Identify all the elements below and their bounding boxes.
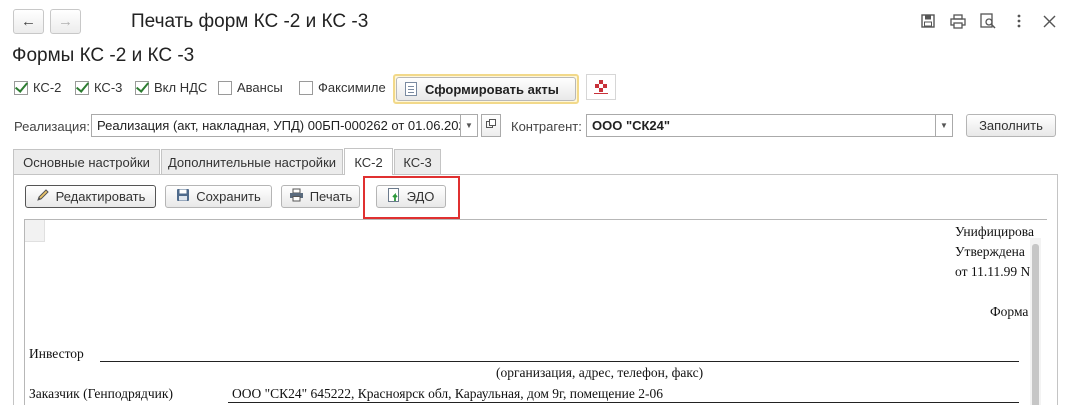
close-icon[interactable] <box>1040 12 1058 30</box>
scrollbar-thumb[interactable] <box>1032 244 1039 405</box>
doc-forma: Форма <box>990 304 1029 319</box>
more-icon[interactable] <box>1010 12 1028 30</box>
open-link-icon <box>486 119 496 132</box>
save-icon <box>176 188 190 205</box>
customer-value: ООО "СК24" 645222, Красноярск обл, Карау… <box>232 386 663 401</box>
tab-main-settings[interactable]: Основные настройки <box>13 149 160 174</box>
checkbox-box[interactable] <box>135 80 149 95</box>
generate-acts-label: Сформировать акты <box>425 81 559 97</box>
investor-underline <box>100 361 1019 362</box>
counterparty-label: Контрагент: <box>511 119 582 134</box>
grid-corner-cell <box>25 220 45 242</box>
form-title: Формы КС -2 и КС -3 <box>12 45 195 66</box>
checkbox-facsimile[interactable]: Факсимиле <box>299 80 386 95</box>
checkbox-vat[interactable]: Вкл НДС <box>135 80 207 95</box>
realization-field[interactable]: Реализация (акт, накладная, УПД) 00БП-00… <box>91 114 462 137</box>
highlight-frame <box>363 176 460 219</box>
checkbox-label: КС-3 <box>94 80 123 95</box>
print-icon <box>289 188 304 205</box>
document-icon <box>405 82 417 96</box>
realization-label: Реализация: <box>14 119 90 134</box>
print-icon[interactable] <box>949 12 967 30</box>
realization-dropdown-button[interactable]: ▼ <box>460 114 478 137</box>
preview-icon[interactable] <box>979 12 997 30</box>
customer-underline <box>228 402 1019 403</box>
document-scrollbar[interactable] <box>1030 238 1041 405</box>
tab-ks3[interactable]: КС-3 <box>394 149 441 174</box>
checkbox-box[interactable] <box>14 80 28 95</box>
print-button[interactable]: Печать <box>281 185 360 208</box>
save-label: Сохранить <box>196 189 261 204</box>
checkbox-label: Вкл НДС <box>154 80 208 95</box>
tab-additional-settings[interactable]: Дополнительные настройки <box>161 149 343 174</box>
doc-right-line-3: от 11.11.99 N <box>955 264 1031 279</box>
doc-right-line-2: Утверждена <box>955 244 1025 259</box>
investor-hint: (организация, адрес, телефон, факс) <box>496 365 704 380</box>
chevron-down-icon: ▼ <box>940 121 948 130</box>
app-logo-icon[interactable] <box>586 74 616 100</box>
save-icon[interactable] <box>919 12 937 30</box>
checkbox-advances[interactable]: Авансы <box>218 80 283 95</box>
pencil-icon <box>36 188 50 205</box>
save-button[interactable]: Сохранить <box>165 185 272 208</box>
checkbox-box[interactable] <box>218 80 232 95</box>
checkbox-ks3[interactable]: КС-3 <box>75 80 122 95</box>
counterparty-dropdown-button[interactable]: ▼ <box>935 114 953 137</box>
tab-ks2[interactable]: КС-2 <box>344 148 393 175</box>
edit-button[interactable]: Редактировать <box>25 185 156 208</box>
checkbox-ks2[interactable]: КС-2 <box>14 80 61 95</box>
checkbox-label: Факсимиле <box>318 80 386 95</box>
arrow-left-icon: ← <box>21 13 36 30</box>
forward-button[interactable]: → <box>50 9 81 34</box>
checkbox-label: КС-2 <box>33 80 62 95</box>
arrow-right-icon: → <box>58 13 73 30</box>
edit-label: Редактировать <box>55 189 146 204</box>
counterparty-field[interactable]: ООО "СК24" <box>586 114 936 137</box>
window-title: Печать форм КС -2 и КС -3 <box>131 11 369 32</box>
print-label: Печать <box>309 189 353 204</box>
investor-label: Инвестор <box>29 346 84 361</box>
generate-acts-button[interactable]: Сформировать акты <box>393 74 579 104</box>
fill-button[interactable]: Заполнить <box>966 114 1056 137</box>
checkbox-box[interactable] <box>299 80 313 95</box>
doc-right-line-1: Унифицирова <box>955 224 1034 239</box>
back-button[interactable]: ← <box>13 9 44 34</box>
realization-open-button[interactable] <box>481 114 501 137</box>
checkbox-box[interactable] <box>75 80 89 95</box>
chevron-down-icon: ▼ <box>465 121 473 130</box>
customer-label: Заказчик (Генподрядчик) <box>29 386 173 401</box>
checkbox-label: Авансы <box>237 80 283 95</box>
